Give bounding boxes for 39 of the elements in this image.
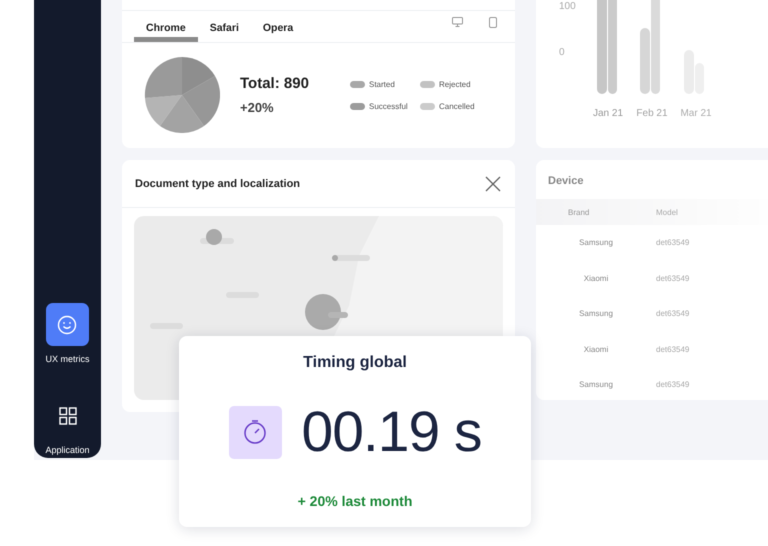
browser-tab[interactable]: Chrome xyxy=(134,11,198,42)
table-cell: det63549 xyxy=(656,274,690,283)
card-title: Timing global xyxy=(303,354,407,372)
column-header: Brand xyxy=(567,208,590,216)
table-cell: Samsung xyxy=(579,238,613,248)
month-label: Feb 21 xyxy=(635,108,669,119)
table-cell: det63549 xyxy=(656,309,690,318)
timing-value: 00.19 s xyxy=(302,399,482,465)
timing-change: + 20% last month xyxy=(298,493,412,509)
phone-icon[interactable] xyxy=(489,17,497,28)
axis-label: 100 xyxy=(559,1,576,12)
legend-label: Started xyxy=(369,80,395,88)
table-cell: det63549 xyxy=(656,344,690,354)
browser-tab[interactable]: Safari xyxy=(198,11,251,42)
legend-label: Successful xyxy=(369,102,408,110)
card-title: Document type and localization xyxy=(135,178,300,190)
monitor-icon[interactable] xyxy=(452,17,463,27)
legend-label: Rejected xyxy=(439,80,471,88)
chart-bar xyxy=(640,28,650,94)
legend-label: Cancelled xyxy=(439,102,475,110)
table-cell: Samsung xyxy=(579,380,613,390)
month-label: Mar 21 xyxy=(679,108,713,119)
smiley-icon xyxy=(57,314,78,334)
column-header: Model xyxy=(656,208,679,216)
table-cell: Xiaomi xyxy=(584,274,608,283)
total-change: +20% xyxy=(240,100,275,115)
close-button[interactable] xyxy=(485,176,501,192)
table-cell: Xiaomi xyxy=(584,344,608,354)
axis-label: 0 xyxy=(559,47,565,58)
total-count: Total: 890 xyxy=(240,75,310,92)
table-cell: Samsung xyxy=(579,309,613,318)
table-cell: det63549 xyxy=(656,380,690,390)
sidebar-item[interactable]: Application xyxy=(45,394,90,455)
table-cell: det63549 xyxy=(656,238,690,248)
grid-icon xyxy=(58,406,76,424)
browser-tab[interactable]: Opera xyxy=(250,11,306,42)
stopwatch-icon xyxy=(228,406,282,458)
month-label: Jan 21 xyxy=(592,108,624,119)
card-title: Device xyxy=(548,175,584,187)
